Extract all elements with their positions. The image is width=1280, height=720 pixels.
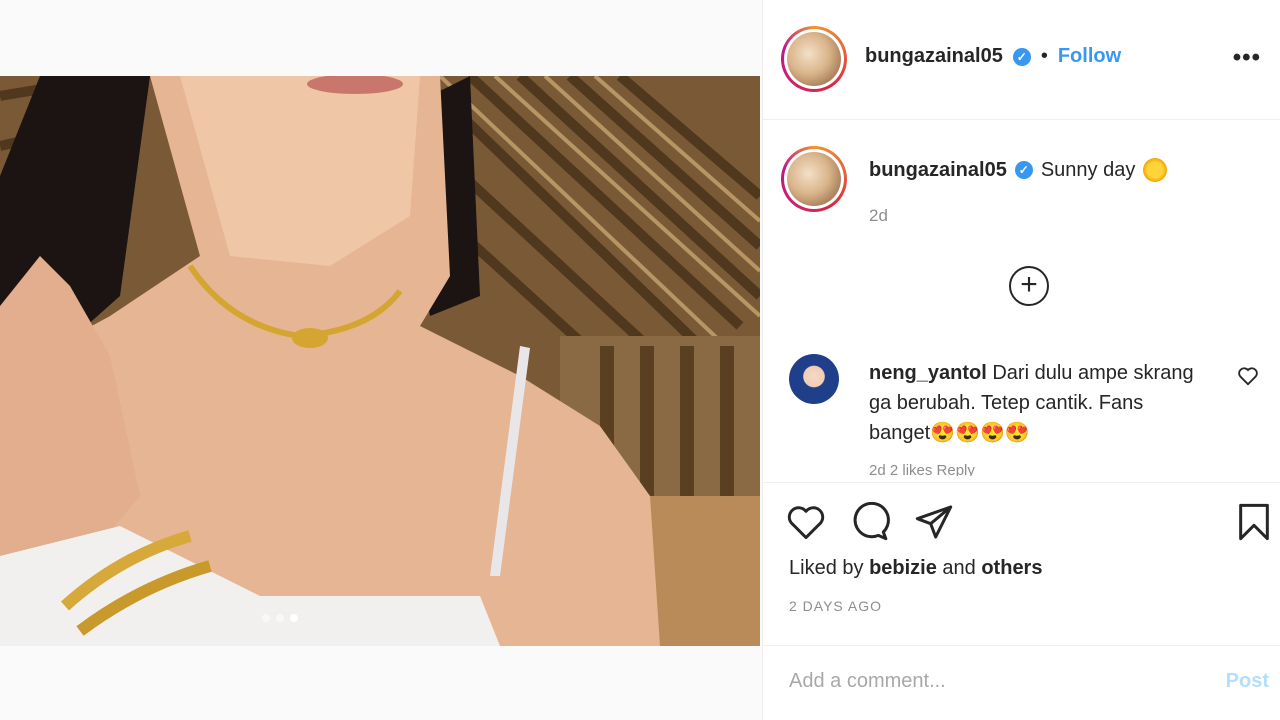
author-avatar[interactable] (781, 26, 847, 92)
comment-meta: 2d 2 likes Reply (869, 462, 975, 476)
liked-by-mid: and (936, 557, 982, 579)
author-row: bungazainal05 ✓ • Follow (865, 45, 1121, 68)
share-icon[interactable] (913, 501, 955, 543)
follow-button[interactable]: Follow (1058, 45, 1121, 68)
comment-item: neng_yantol Dari dulu ampe skrang ga ber… (789, 352, 1259, 476)
caption-line: bungazainal05 ✓ Sunny day (869, 158, 1168, 182)
caption-time[interactable]: 2d (869, 206, 888, 226)
separator-dot: • (1040, 45, 1048, 67)
add-comment-input[interactable]: Add a comment... (789, 670, 946, 693)
author-username[interactable]: bungazainal05 (865, 45, 1003, 68)
load-more-comments-button[interactable]: + (1009, 266, 1049, 306)
verified-icon: ✓ (1012, 47, 1031, 66)
liked-by-user[interactable]: bebizie (869, 557, 937, 579)
carousel-indicator (262, 614, 298, 622)
carousel-dot (276, 614, 284, 622)
carousel-dot-active (290, 614, 298, 622)
add-comment-bar: Add a comment... Post (763, 645, 1280, 720)
heart-icon[interactable] (785, 501, 827, 543)
caption-text: Sunny day (1040, 158, 1136, 181)
carousel-dot (262, 614, 270, 622)
add-icon: + (1020, 268, 1038, 301)
verified-icon: ✓ (1014, 161, 1033, 179)
more-icon[interactable]: ••• (1233, 44, 1261, 72)
photo-pane (0, 0, 762, 720)
liked-by: Liked by bebizie and others (789, 557, 1042, 580)
comment-body: neng_yantol Dari dulu ampe skrang ga ber… (869, 358, 1209, 448)
post-comment-button[interactable]: Post (1226, 670, 1269, 693)
post-side-panel: bungazainal05 ✓ • Follow ••• bungazainal… (762, 0, 1280, 720)
liked-by-others[interactable]: others (981, 557, 1042, 579)
commenter-username[interactable]: neng_yantol (869, 362, 987, 384)
bookmark-icon[interactable] (1233, 501, 1275, 543)
caption-username[interactable]: bungazainal05 (869, 159, 1007, 182)
post-photo[interactable] (0, 76, 760, 646)
posted-time[interactable]: 2 DAYS AGO (789, 598, 882, 614)
caption-author-avatar[interactable] (781, 146, 847, 212)
sun-emoji-icon (1143, 158, 1168, 182)
comment-icon[interactable] (849, 501, 891, 543)
post-header: bungazainal05 ✓ • Follow ••• (763, 0, 1280, 120)
comment-like-heart-icon[interactable] (1237, 366, 1259, 391)
post-actions: Liked by bebizie and others 2 DAYS AGO A… (763, 482, 1280, 720)
commenter-avatar[interactable] (789, 354, 839, 404)
liked-by-prefix: Liked by (789, 557, 870, 579)
post-photo-illustration (0, 76, 760, 646)
